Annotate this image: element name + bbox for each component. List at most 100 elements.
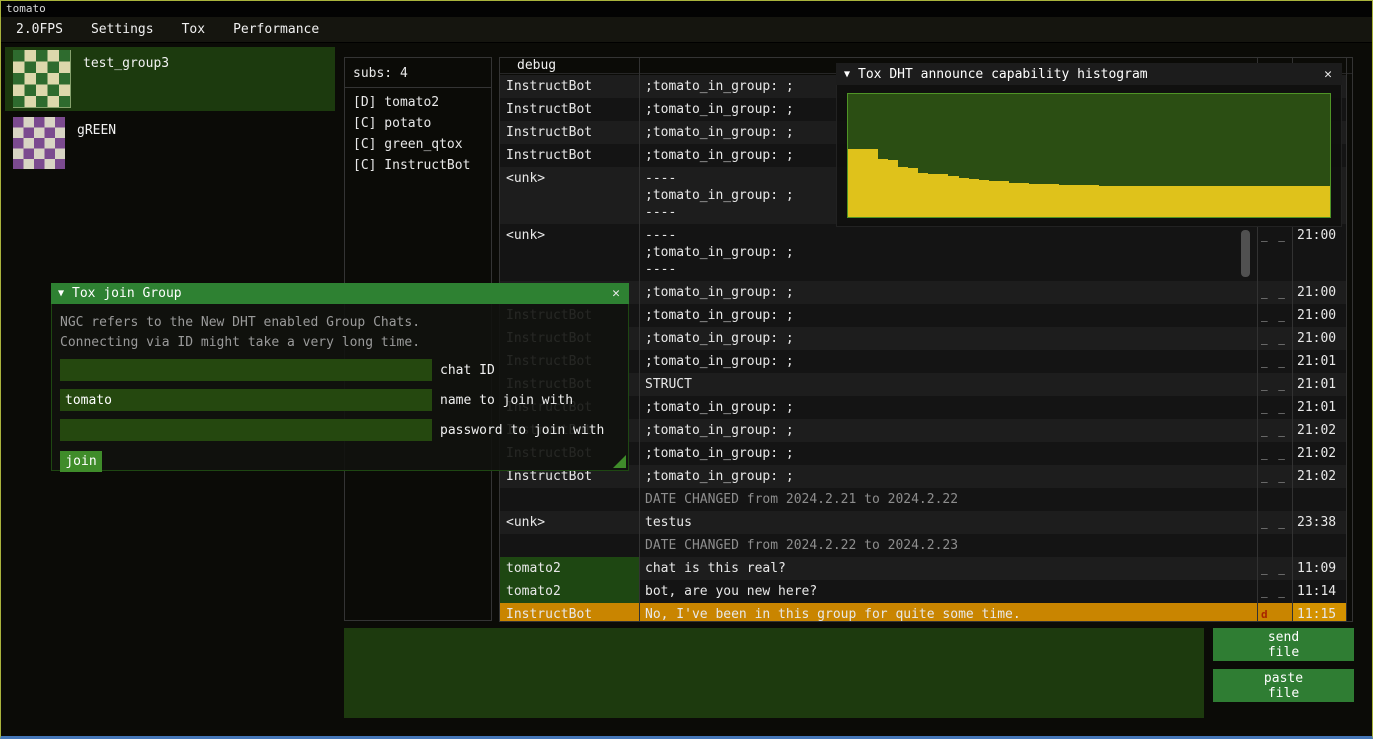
histogram-bar <box>1230 186 1240 217</box>
join-info-line1: NGC refers to the New DHT enabled Group … <box>60 313 620 333</box>
dht-histogram-window: ▼ Tox DHT announce capability histogram … <box>836 63 1342 227</box>
histogram-bar <box>888 160 898 217</box>
histogram-bar <box>1049 184 1059 217</box>
dht-histogram-body <box>836 85 1342 227</box>
close-icon[interactable]: ✕ <box>610 286 622 301</box>
receipt-marks <box>1257 488 1292 511</box>
histogram-bar <box>1240 186 1250 217</box>
menu-item-performance[interactable]: Performance <box>222 18 330 41</box>
message-text: ;tomato_in_group: ; <box>639 281 1257 304</box>
histogram-bar <box>1300 186 1310 217</box>
receipt-marks: _ _ <box>1257 373 1292 396</box>
message-text: ;tomato_in_group: ; <box>639 442 1257 465</box>
histogram-bar <box>959 178 969 217</box>
menu-item-2.0fps: 2.0FPS <box>5 18 74 41</box>
message-text: ;tomato_in_group: ; <box>639 327 1257 350</box>
histogram-bar <box>1210 186 1220 217</box>
histogram-bar <box>979 180 989 217</box>
receipt-marks: _ _ <box>1257 511 1292 534</box>
histogram-bar <box>1280 186 1290 217</box>
message-input[interactable] <box>344 628 1204 718</box>
histogram-bar <box>918 173 928 217</box>
message-text: chat is this real? <box>639 557 1257 580</box>
receipt-marks: _ _ <box>1257 350 1292 373</box>
histogram-bar <box>1220 186 1230 217</box>
timestamp: 11:15 <box>1292 603 1346 622</box>
message-text: ;tomato_in_group: ; <box>639 350 1257 373</box>
sender-name: <unk> <box>500 511 639 534</box>
roster-member[interactable]: [C] InstructBot <box>345 155 491 176</box>
join-group-title: Tox join Group <box>72 286 182 301</box>
histogram-bar <box>1059 185 1069 217</box>
collapse-arrow-icon[interactable]: ▼ <box>58 288 64 299</box>
join-password-input[interactable] <box>60 419 432 441</box>
column-divider <box>639 58 640 621</box>
receipt-marks <box>1257 534 1292 557</box>
histogram-bar <box>1079 185 1089 217</box>
histogram-bar <box>969 179 979 217</box>
histogram-bar <box>878 159 888 217</box>
app-window: tomato 2.0FPS Settings Tox Performance test… <box>0 0 1373 739</box>
roster-member[interactable]: [D] tomato2 <box>345 92 491 113</box>
message-row: <unk>---- ;tomato_in_group: ; ----_ _21:… <box>500 224 1346 281</box>
histogram-bar <box>848 149 858 217</box>
histogram-bar <box>1190 186 1200 217</box>
collapse-arrow-icon[interactable]: ▼ <box>844 69 850 80</box>
timestamp: 21:01 <box>1292 396 1346 419</box>
date-changed-text: DATE CHANGED from 2024.2.22 to 2024.2.23 <box>639 534 1257 557</box>
receipt-marks: _ _ <box>1257 465 1292 488</box>
histogram-bar <box>989 181 999 217</box>
histogram-bar <box>1320 186 1330 217</box>
menu-bar: 2.0FPS Settings Tox Performance <box>1 17 1372 43</box>
window-title: tomato <box>6 2 46 15</box>
message-text: ;tomato_in_group: ; <box>639 465 1257 488</box>
join-button[interactable]: join <box>60 451 102 472</box>
histogram-bar <box>1019 183 1029 217</box>
receipt-marks: _ _ <box>1257 442 1292 465</box>
join-group-titlebar[interactable]: ▼ Tox join Group ✕ <box>51 283 629 304</box>
timestamp: 21:00 <box>1292 327 1346 350</box>
histogram-bar <box>1089 185 1099 217</box>
dht-histogram-plot <box>847 93 1331 218</box>
receipt-marks: _ _ <box>1257 304 1292 327</box>
chat-id-input[interactable] <box>60 359 432 381</box>
histogram-bar <box>1159 186 1169 217</box>
roster-member[interactable]: [C] potato <box>345 113 491 134</box>
message-text: ;tomato_in_group: ; <box>639 396 1257 419</box>
join-name-input[interactable] <box>60 389 432 411</box>
sender-name: InstructBot <box>500 603 639 622</box>
resize-grip[interactable] <box>613 455 626 468</box>
roster-member[interactable]: [C] green_qtox <box>345 134 491 155</box>
group-avatar <box>13 117 65 169</box>
message-text: No, I've been in this group for quite so… <box>639 603 1257 622</box>
menu-item-tox[interactable]: Tox <box>171 18 216 41</box>
histogram-bar <box>1149 186 1159 217</box>
receipt-marks: _ _ <box>1257 224 1292 281</box>
timestamp: 21:00 <box>1292 281 1346 304</box>
histogram-bar <box>1039 184 1049 217</box>
message-text: STRUCT <box>639 373 1257 396</box>
message-row: InstructBotNo, I've been in this group f… <box>500 603 1346 622</box>
group-name: gREEN <box>77 117 116 174</box>
message-text: ;tomato_in_group: ; <box>639 419 1257 442</box>
timestamp: 21:01 <box>1292 350 1346 373</box>
sidebar-group-item[interactable]: test_group3 <box>5 47 335 111</box>
join-group-body: NGC refers to the New DHT enabled Group … <box>51 304 629 471</box>
paste-file-button[interactable]: paste file <box>1213 669 1354 702</box>
send-file-button[interactable]: send file <box>1213 628 1354 661</box>
join-group-dialog: ▼ Tox join Group ✕ NGC refers to the New… <box>51 283 629 471</box>
sidebar-group-item[interactable]: gREEN <box>5 114 335 174</box>
histogram-bar <box>1200 186 1210 217</box>
histogram-bar <box>898 167 908 217</box>
histogram-bar <box>858 149 868 217</box>
date-changed-row: DATE CHANGED from 2024.2.22 to 2024.2.23 <box>500 534 1346 557</box>
column-divider <box>1346 58 1347 621</box>
timestamp: 21:00 <box>1292 224 1346 281</box>
chat-scrollbar-thumb[interactable] <box>1241 230 1250 277</box>
close-icon[interactable]: ✕ <box>1322 67 1334 82</box>
menu-item-settings[interactable]: Settings <box>80 18 165 41</box>
tab-debug[interactable]: debug <box>517 58 556 73</box>
timestamp: 11:14 <box>1292 580 1346 603</box>
dht-histogram-titlebar[interactable]: ▼ Tox DHT announce capability histogram … <box>836 63 1342 85</box>
window-titlebar[interactable]: tomato <box>1 1 1372 17</box>
